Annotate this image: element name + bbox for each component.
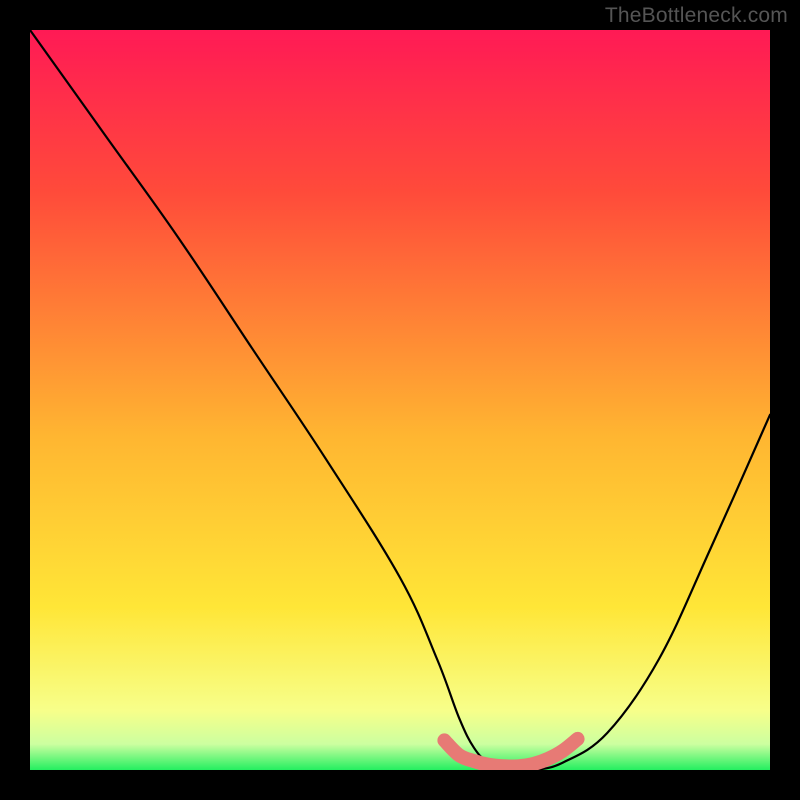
attribution-text: TheBottleneck.com	[605, 4, 788, 28]
curve-layer	[30, 30, 770, 770]
bottleneck-curve	[30, 30, 770, 770]
flat-bottom-marker	[444, 739, 577, 767]
chart-canvas: TheBottleneck.com	[0, 0, 800, 800]
plot-area	[30, 30, 770, 770]
